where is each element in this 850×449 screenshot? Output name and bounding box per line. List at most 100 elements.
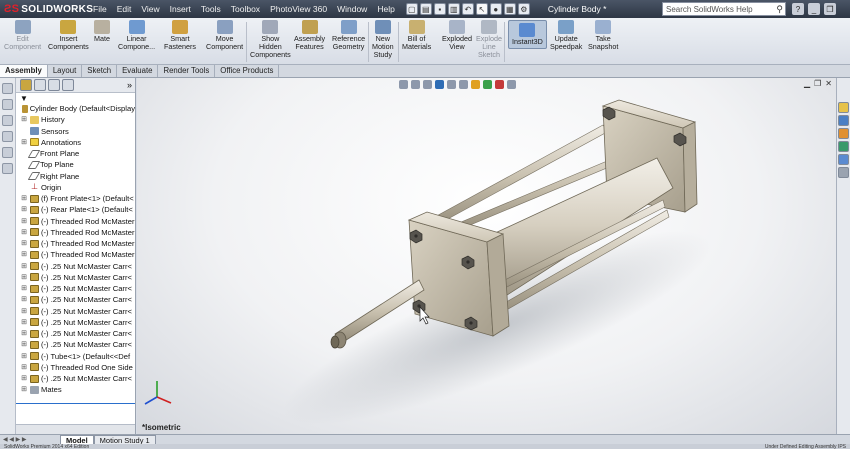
expand-toggle-icon[interactable]: ⊞ bbox=[20, 193, 28, 204]
tab-scroll-arrows[interactable]: ◀ ◀ ▶ ▶ bbox=[0, 436, 60, 443]
rollback-bar[interactable] bbox=[16, 403, 135, 404]
tree-item[interactable]: ⊞ (-) Rear Plate<1> (Default< bbox=[16, 204, 135, 215]
expand-toggle-icon[interactable]: ⊞ bbox=[20, 114, 28, 125]
minimize-icon[interactable]: _ bbox=[808, 3, 820, 15]
expand-toggle-icon[interactable]: ⊞ bbox=[20, 362, 28, 373]
view-orientation-icon[interactable] bbox=[447, 79, 456, 89]
tree-scrollbar[interactable] bbox=[16, 424, 135, 434]
file-explorer-tab-icon[interactable] bbox=[838, 128, 849, 139]
menu-insert[interactable]: Insert bbox=[165, 4, 196, 14]
ribbon-button-bom[interactable]: Bill of Materials bbox=[402, 20, 431, 51]
ribbon-button-assembly-features[interactable]: Assembly Features bbox=[294, 20, 325, 51]
tab-office-products[interactable]: Office Products bbox=[215, 65, 280, 77]
tree-item[interactable]: ⊞ (-) .25 Nut McMaster Carr< bbox=[16, 373, 135, 384]
tree-item[interactable]: ⊞ History bbox=[16, 114, 135, 125]
ribbon-button-smart-fasteners[interactable]: Smart Fasteners bbox=[164, 20, 196, 51]
expand-panel-icon[interactable]: » bbox=[127, 80, 132, 90]
tree-item[interactable]: ⊞ (-) .25 Nut McMaster Carr< bbox=[16, 339, 135, 350]
options-icon[interactable]: ⚙ bbox=[517, 3, 530, 15]
expand-toggle-icon[interactable]: ⊞ bbox=[20, 249, 28, 260]
tree-item[interactable]: ⊥ Origin bbox=[16, 182, 135, 193]
expand-toggle-icon[interactable]: ⊞ bbox=[20, 227, 28, 238]
ribbon-button-snapshot[interactable]: Take Snapshot bbox=[588, 20, 618, 51]
tree-item[interactable]: ⊞ (-) .25 Nut McMaster Carr< bbox=[16, 306, 135, 317]
new-document-icon[interactable]: ▢ bbox=[405, 3, 418, 15]
tree-item[interactable]: Sensors bbox=[16, 126, 135, 137]
expand-toggle-icon[interactable]: ⊞ bbox=[20, 283, 28, 294]
tree-item[interactable]: ⊞ (-) Threaded Rod McMaster bbox=[16, 216, 135, 227]
tree-item[interactable]: ⊞ (-) .25 Nut McMaster Carr< bbox=[16, 328, 135, 339]
appearances-tab-icon[interactable] bbox=[838, 154, 849, 165]
display-manager-tab-icon[interactable] bbox=[62, 79, 74, 91]
expand-toggle-icon[interactable]: ⊞ bbox=[20, 261, 28, 272]
tree-item[interactable]: Right Plane bbox=[16, 171, 135, 182]
ribbon-button-speedpak[interactable]: Update Speedpak bbox=[550, 20, 582, 51]
zoom-area-icon[interactable] bbox=[411, 79, 420, 89]
restore-icon[interactable]: ❐ bbox=[824, 3, 836, 15]
expand-toggle-icon[interactable]: ⊞ bbox=[20, 306, 28, 317]
viewport-minimize-icon[interactable]: ▁ bbox=[804, 79, 810, 88]
previous-view-icon[interactable] bbox=[423, 79, 432, 89]
property-manager-tab-icon[interactable] bbox=[34, 79, 46, 91]
tab-evaluate[interactable]: Evaluate bbox=[117, 65, 159, 77]
tree-item[interactable]: ⊞ (-) Tube<1> (Default<<Def bbox=[16, 351, 135, 362]
view-palette-tab-icon[interactable] bbox=[838, 141, 849, 152]
ribbon-button-explode-line[interactable]: Explode Line Sketch bbox=[476, 20, 502, 59]
property-icon[interactable] bbox=[2, 99, 13, 110]
ribbon-button-instant3d[interactable]: Instant3D bbox=[508, 20, 547, 49]
menu-tools[interactable]: Tools bbox=[196, 4, 226, 14]
config-icon[interactable] bbox=[2, 115, 13, 126]
tree-root[interactable]: Cylinder Body (Default<Display bbox=[16, 103, 135, 114]
design-library-tab-icon[interactable] bbox=[838, 115, 849, 126]
viewport-close-icon[interactable]: ✕ bbox=[825, 79, 832, 88]
section-view-icon[interactable] bbox=[435, 79, 444, 89]
ribbon-button-mate[interactable]: Mate bbox=[94, 20, 110, 43]
tree-item[interactable]: ⊞ (f) Front Plate<1> (Default< bbox=[16, 193, 135, 204]
ribbon-button-exploded-view[interactable]: Exploded View bbox=[442, 20, 472, 51]
expand-toggle-icon[interactable]: ⊞ bbox=[20, 384, 28, 395]
custom-properties-tab-icon[interactable] bbox=[838, 167, 849, 178]
open-folder-icon[interactable]: ▤ bbox=[419, 3, 432, 15]
menu-window[interactable]: Window bbox=[332, 4, 372, 14]
menu-photoview[interactable]: PhotoView 360 bbox=[265, 4, 332, 14]
tab-model[interactable]: Model bbox=[60, 434, 94, 445]
tab-sketch[interactable]: Sketch bbox=[82, 65, 118, 77]
expand-toggle-icon[interactable]: ⊞ bbox=[20, 339, 28, 350]
menu-help[interactable]: Help bbox=[372, 4, 399, 14]
expand-toggle-icon[interactable]: ⊞ bbox=[20, 328, 28, 339]
view-settings-icon[interactable] bbox=[507, 79, 516, 89]
tree-item[interactable]: ⊞ (-) .25 Nut McMaster Carr< bbox=[16, 261, 135, 272]
tree-item[interactable]: ⊞ (-) Threaded Rod McMaster bbox=[16, 227, 135, 238]
tree-item[interactable]: ⊞ Mates bbox=[16, 384, 135, 395]
zoom-to-fit-icon[interactable] bbox=[399, 79, 408, 89]
apply-scene-icon[interactable] bbox=[495, 79, 504, 89]
tree-filter[interactable]: ▼ bbox=[16, 93, 135, 103]
select-icon[interactable]: ↖ bbox=[475, 3, 488, 15]
tree-item[interactable]: ⊞ (-) .25 Nut McMaster Carr< bbox=[16, 283, 135, 294]
expand-toggle-icon[interactable]: ⊞ bbox=[20, 204, 28, 215]
solidworks-logo[interactable]: ƧS SOLIDWORKS bbox=[0, 3, 93, 15]
expand-toggle-icon[interactable]: ⊞ bbox=[20, 238, 28, 249]
ribbon-button-edit-component[interactable]: Edit Component bbox=[4, 20, 41, 51]
search-icon[interactable]: ⚲ bbox=[776, 4, 783, 15]
tab-assembly[interactable]: Assembly bbox=[0, 65, 48, 77]
ribbon-button-reference-geometry[interactable]: Reference Geometry bbox=[332, 20, 365, 51]
help-icon[interactable]: ? bbox=[792, 3, 804, 15]
ribbon-button-linear-pattern[interactable]: Linear Compone... bbox=[118, 20, 155, 51]
tree-item[interactable]: Front Plane bbox=[16, 148, 135, 159]
tab-motion-study-1[interactable]: Motion Study 1 bbox=[93, 434, 156, 445]
save-icon[interactable]: ▪ bbox=[433, 3, 446, 15]
tree-item[interactable]: ⊞ (-) .25 Nut McMaster Carr< bbox=[16, 317, 135, 328]
rebuild-icon[interactable]: ● bbox=[489, 3, 502, 15]
print-icon[interactable]: ▥ bbox=[447, 3, 460, 15]
mates-panel-icon[interactable] bbox=[2, 163, 13, 174]
ribbon-button-motion-study[interactable]: New Motion Study bbox=[372, 20, 394, 59]
tree-item[interactable]: ⊞ (-) Threaded Rod One Side bbox=[16, 362, 135, 373]
tree-item[interactable]: ⊞ (-) Threaded Rod McMaster bbox=[16, 238, 135, 249]
menu-edit[interactable]: Edit bbox=[112, 4, 137, 14]
help-search-input[interactable]: Search SolidWorks Help ⚲ bbox=[662, 2, 786, 16]
tab-layout[interactable]: Layout bbox=[48, 65, 83, 77]
expand-toggle-icon[interactable]: ⊞ bbox=[20, 216, 28, 227]
resources-tab-icon[interactable] bbox=[838, 102, 849, 113]
menu-toolbox[interactable]: Toolbox bbox=[226, 4, 265, 14]
